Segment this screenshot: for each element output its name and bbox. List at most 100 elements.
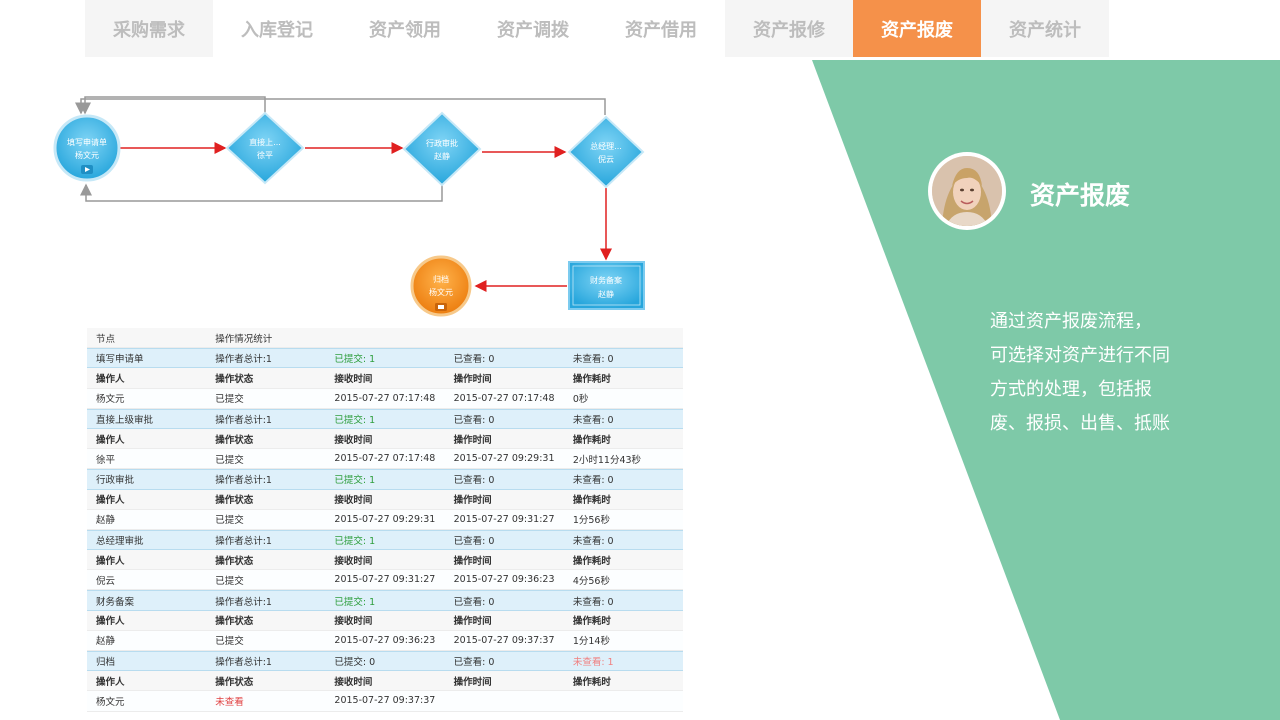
column-header: 操作状态: [215, 495, 254, 507]
flow-node-label: 倪云: [598, 154, 614, 164]
panel-desc-line: 方式的处理，包括报: [990, 379, 1152, 400]
column-header: 操作状态: [215, 434, 254, 446]
viewed-count: 已查看: 0: [453, 596, 495, 608]
tab-purchase-request[interactable]: 采购需求: [85, 0, 213, 57]
column-header: 操作状态: [215, 373, 254, 385]
operator-total: 操作者总计:1: [215, 596, 272, 608]
table-subheader-row: 操作人 操作状态 接收时间 操作时间 操作耗时: [87, 550, 683, 571]
flow-node-label: 杨文元: [75, 150, 99, 160]
tab-asset-repair[interactable]: 资产报修: [725, 0, 853, 57]
operator-total: 操作者总计:1: [215, 475, 272, 487]
table-node-row[interactable]: 直接上级审批 操作者总计:1 已提交: 1 已查看: 0 未查看: 0: [87, 408, 683, 429]
table-node-row[interactable]: 行政审批 操作者总计:1 已提交: 1 已查看: 0 未查看: 0: [87, 469, 683, 490]
operation-status: 已提交: [215, 394, 244, 406]
node-name: 填写申请单: [96, 354, 144, 366]
table-subheader-row: 操作人 操作状态 接收时间 操作时间 操作耗时: [87, 610, 683, 631]
viewed-count: 已查看: 0: [453, 354, 495, 366]
avatar: [928, 152, 1006, 230]
submitted-count: 已提交: 1: [334, 535, 376, 547]
operation-time: 2015-07-27 09:31:27: [453, 513, 555, 525]
column-header: 操作人: [96, 373, 125, 385]
operation-status: 未查看: [215, 696, 244, 708]
column-header: 接收时间: [334, 434, 373, 446]
operator-total: 操作者总计:1: [215, 354, 272, 366]
table-row[interactable]: 赵静 已提交 2015-07-27 09:36:23 2015-07-27 09…: [87, 630, 683, 651]
submitted-count: 已提交: 1: [334, 475, 376, 487]
operation-time: 2015-07-27 09:37:37: [453, 634, 555, 646]
table-node-row[interactable]: 填写申请单 操作者总计:1 已提交: 1 已查看: 0 未查看: 0: [87, 348, 683, 369]
duration: 4分56秒: [572, 575, 610, 587]
receive-time: 2015-07-27 07:17:48: [334, 453, 436, 465]
column-header: 操作耗时: [572, 555, 611, 567]
operator-name: 杨文元: [96, 394, 125, 406]
flow-node-admin-approval[interactable]: 行政审批 赵静: [402, 111, 482, 187]
operator-total: 操作者总计:1: [215, 414, 272, 426]
table-row[interactable]: 赵静 已提交 2015-07-27 09:29:31 2015-07-27 09…: [87, 509, 683, 530]
tab-asset-transfer[interactable]: 资产调拨: [469, 0, 597, 57]
submitted-count: 已提交: 0: [334, 657, 376, 669]
operator-name: 徐平: [96, 454, 116, 466]
submitted-count: 已提交: 1: [334, 354, 376, 366]
tab-asset-scrap[interactable]: 资产报废: [853, 0, 981, 57]
duration: 2小时11分43秒: [572, 454, 642, 466]
avatar-image: [932, 156, 1002, 226]
flow-node-archive[interactable]: 归档 杨文元: [410, 255, 472, 317]
operation-stats-table: 节点 操作情况统计 填写申请单 操作者总计:1 已提交: 1 已查看: 0 未查…: [87, 328, 683, 712]
node-name: 行政审批: [96, 475, 135, 487]
flow-node-start[interactable]: 填写申请单 杨文元: [53, 114, 121, 182]
table-row[interactable]: 杨文元 已提交 2015-07-27 07:17:48 2015-07-27 0…: [87, 388, 683, 409]
table-node-row[interactable]: 归档 操作者总计:1 已提交: 0 已查看: 0 未查看: 1: [87, 651, 683, 672]
node-name: 财务备案: [96, 596, 135, 608]
column-header: 操作状态: [215, 676, 254, 688]
viewed-count: 已查看: 0: [453, 414, 495, 426]
operation-status: 已提交: [215, 575, 244, 587]
operator-name: 倪云: [96, 575, 116, 587]
viewed-count: 已查看: 0: [453, 535, 495, 547]
workflow-svg: 填写申请单 杨文元 直接上... 徐平 行政审批 赵静 总经理... 倪云 财务…: [53, 96, 645, 317]
table-node-row[interactable]: 总经理审批 操作者总计:1 已提交: 1 已查看: 0 未查看: 0: [87, 529, 683, 551]
table-header-row: 节点 操作情况统计: [87, 328, 683, 349]
table-row[interactable]: 杨文元 未查看 2015-07-27 09:37:37: [87, 691, 683, 712]
column-header: 操作人: [96, 434, 125, 446]
flow-node-label: 赵静: [434, 151, 450, 161]
receive-time: 2015-07-27 09:29:31: [334, 513, 436, 525]
operation-status: 已提交: [215, 515, 244, 527]
tab-asset-borrow[interactable]: 资产借用: [597, 0, 725, 57]
column-header: 操作耗时: [572, 616, 611, 628]
panel-desc-line: 通过资产报废流程，: [990, 311, 1152, 332]
tab-asset-claim[interactable]: 资产领用: [341, 0, 469, 57]
table-row[interactable]: 徐平 已提交 2015-07-27 07:17:48 2015-07-27 09…: [87, 449, 683, 470]
unviewed-count: 未查看: 1: [572, 657, 614, 669]
operation-status: 已提交: [215, 636, 244, 648]
operation-time: 2015-07-27 07:17:48: [453, 392, 555, 404]
tab-bar: 采购需求 入库登记 资产领用 资产调拨 资产借用 资产报修 资产报废 资产统计: [85, 0, 1109, 57]
viewed-count: 已查看: 0: [453, 657, 495, 669]
table-row[interactable]: 倪云 已提交 2015-07-27 09:31:27 2015-07-27 09…: [87, 570, 683, 591]
return-edge: [80, 183, 443, 202]
flow-node-general-manager[interactable]: 总经理... 倪云: [567, 115, 645, 189]
column-header: 操作耗时: [572, 373, 611, 385]
operation-time: 2015-07-27 09:29:31: [453, 453, 555, 465]
column-header: 操作人: [96, 495, 125, 507]
tab-asset-statistics[interactable]: 资产统计: [981, 0, 1109, 57]
column-header: 接收时间: [334, 616, 373, 628]
workflow-diagram: 填写申请单 杨文元 直接上... 徐平 行政审批 赵静 总经理... 倪云 财务…: [40, 85, 680, 325]
flow-node-label: 归档: [433, 274, 449, 284]
panel-desc-line: 可选择对资产进行不同: [990, 345, 1170, 366]
column-header: 操作人: [96, 676, 125, 688]
table-node-row[interactable]: 财务备案 操作者总计:1 已提交: 1 已查看: 0 未查看: 0: [87, 590, 683, 611]
column-header: 接收时间: [334, 676, 373, 688]
flow-node-label: 填写申请单: [67, 137, 107, 147]
flow-node-direct-supervisor[interactable]: 直接上... 徐平: [225, 111, 305, 185]
flow-node-label: 赵静: [598, 289, 614, 299]
flow-node-finance-record[interactable]: 财务备案 赵静: [568, 261, 645, 310]
unviewed-count: 未查看: 0: [572, 596, 614, 608]
column-header: 操作时间: [453, 555, 492, 567]
receive-time: 2015-07-27 09:37:37: [334, 695, 436, 707]
flow-node-label: 财务备案: [590, 275, 622, 285]
operator-name: 杨文元: [96, 696, 125, 708]
tab-stock-in[interactable]: 入库登记: [213, 0, 341, 57]
table-subheader-row: 操作人 操作状态 接收时间 操作时间 操作耗时: [87, 671, 683, 692]
column-header: 操作时间: [453, 434, 492, 446]
operator-name: 赵静: [96, 515, 116, 527]
